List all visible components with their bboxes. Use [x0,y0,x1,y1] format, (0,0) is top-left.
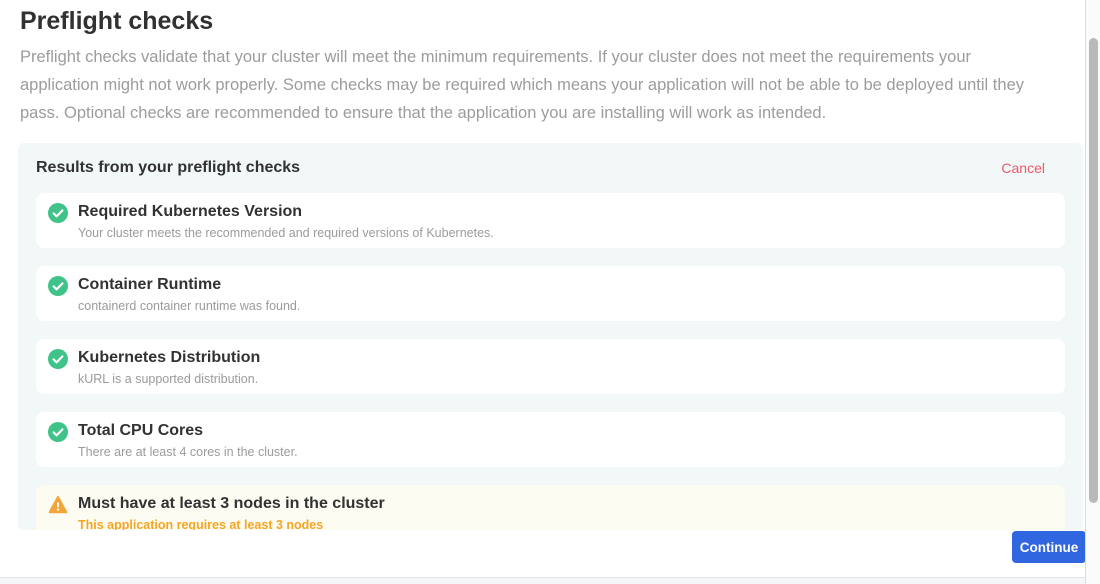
check-title: Must have at least 3 nodes in the cluste… [78,494,1065,513]
check-title: Required Kubernetes Version [78,202,1065,221]
bottom-divider [0,577,1085,584]
check-title: Container Runtime [78,275,1065,294]
check-circle-icon [48,203,68,223]
check-circle-icon [48,276,68,296]
check-card-container-runtime: Container Runtime containerd container r… [36,266,1065,321]
check-description: There are at least 4 cores in the cluste… [78,445,1065,459]
check-card-node-count-warning: Must have at least 3 nodes in the cluste… [36,485,1065,530]
check-description: kURL is a supported distribution. [78,372,1065,386]
check-description: containerd container runtime was found. [78,299,1065,313]
main-content: Preflight checks Preflight checks valida… [0,0,1085,584]
check-circle-icon [48,422,68,442]
check-title: Kubernetes Distribution [78,348,1065,367]
page-title: Preflight checks [20,7,1085,36]
panel-title: Results from your preflight checks [36,159,300,177]
check-description: Your cluster meets the recommended and r… [78,226,1065,240]
vertical-scrollbar[interactable] [1085,0,1100,584]
continue-button[interactable]: Continue [1012,531,1086,563]
check-title: Total CPU Cores [78,421,1065,440]
scrollbar-thumb[interactable] [1089,38,1098,503]
preflight-results-panel: Results from your preflight checks Cance… [18,143,1083,530]
check-circle-icon [48,349,68,369]
check-description: This application requires at least 3 nod… [78,518,1065,530]
check-card-kubernetes-version: Required Kubernetes Version Your cluster… [36,193,1065,248]
warning-triangle-icon [48,495,68,515]
panel-header: Results from your preflight checks Cance… [36,158,1065,177]
check-card-total-cpu-cores: Total CPU Cores There are at least 4 cor… [36,412,1065,467]
page-description: Preflight checks validate that your clus… [20,43,1050,127]
check-card-kubernetes-distribution: Kubernetes Distribution kURL is a suppor… [36,339,1065,394]
cancel-link[interactable]: Cancel [1001,160,1045,176]
